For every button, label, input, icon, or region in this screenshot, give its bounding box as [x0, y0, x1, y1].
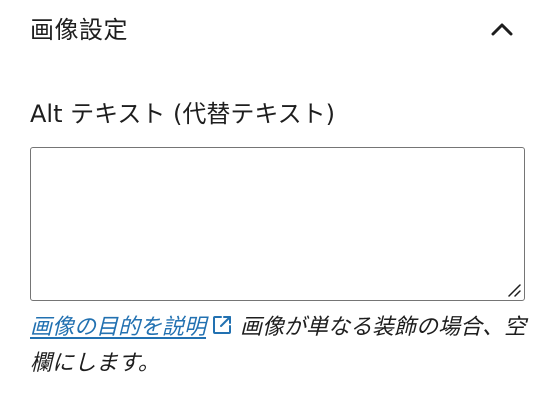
panel-title: 画像設定: [30, 16, 128, 44]
alt-text-help: 画像の目的を説明 画像が単なる装飾の場合、空欄にします。: [30, 310, 530, 382]
chevron-up-icon[interactable]: [486, 14, 518, 46]
alt-text-input[interactable]: [30, 147, 525, 301]
alt-text-label: Alt テキスト (代替テキスト): [30, 100, 336, 128]
external-link-icon[interactable]: [210, 313, 234, 337]
describe-purpose-link[interactable]: 画像の目的を説明: [30, 315, 206, 340]
resize-handle[interactable]: [506, 282, 522, 298]
image-settings-panel-header[interactable]: 画像設定: [0, 0, 556, 64]
